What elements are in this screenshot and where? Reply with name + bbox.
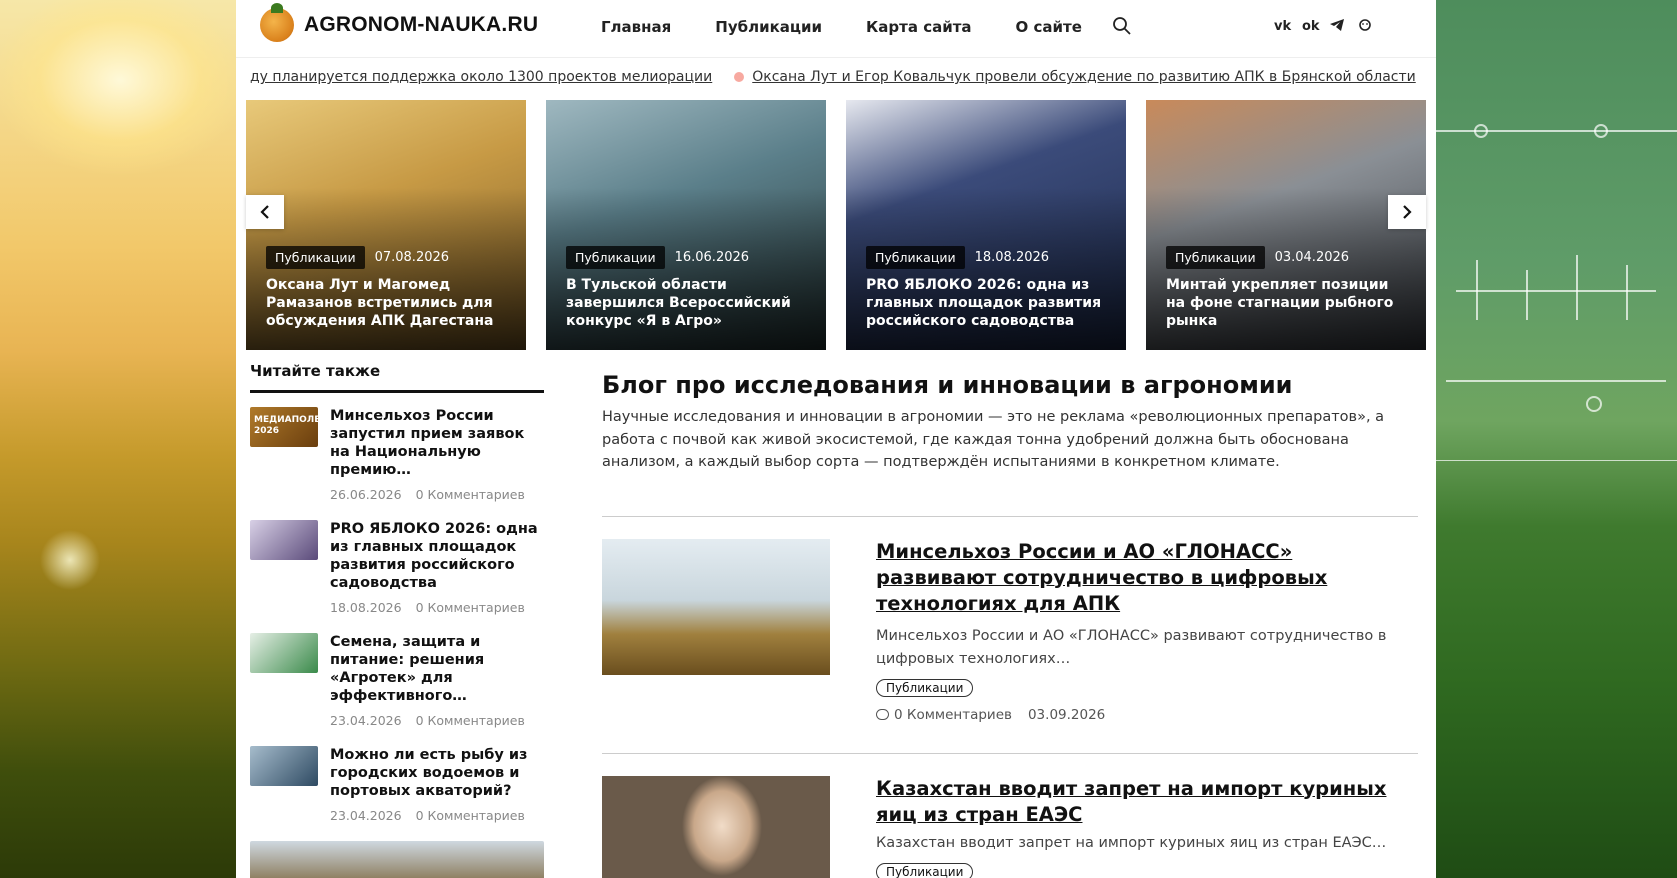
post-category[interactable]: Публикации	[876, 678, 974, 697]
search-icon[interactable]	[1112, 16, 1132, 36]
post-date: 03.09.2026	[1027, 706, 1106, 723]
slider-prev-button[interactable]	[246, 195, 284, 229]
page-title: Блог про исследования и инновации в агро…	[602, 371, 1293, 399]
chevron-right-icon	[1403, 205, 1412, 219]
site-header: AGRONOM-NAUKA.RU Главная Публикации Карт…	[236, 0, 1436, 58]
logo-text: AGRONOM-NAUKA.RU	[304, 13, 539, 36]
pumpkin-logo-icon	[260, 3, 294, 42]
divider	[602, 752, 1418, 754]
main-content: Блог про исследования и инновации в агро…	[602, 370, 1418, 878]
post-thumb[interactable]	[602, 538, 830, 675]
sidebar-item-comments[interactable]: 0 Комментариев	[416, 600, 525, 615]
slide-date: 18.08.2026	[974, 250, 1050, 265]
slide-title[interactable]: Оксана Лут и Магомед Рамазанов встретили…	[266, 276, 510, 330]
slide-card[interactable]: Публикации 07.08.2026 Оксана Лут и Магом…	[246, 100, 526, 350]
background-left-art	[0, 0, 236, 878]
slide-category[interactable]: Публикации	[1166, 246, 1265, 269]
sidebar-item-date: 23.04.2026	[330, 808, 402, 823]
slide-category[interactable]: Публикации	[266, 246, 365, 269]
social-links: vk ok	[1274, 19, 1372, 35]
sidebar-item-title[interactable]: Можно ли есть рыбу из городских водоемов…	[330, 746, 544, 800]
sidebar-item[interactable]: Можно ли есть рыбу из городских водоемов…	[250, 746, 544, 823]
slide-title[interactable]: В Тульской области завершился Всероссийс…	[566, 276, 810, 330]
sidebar-heading: Читайте также	[250, 362, 544, 393]
post-excerpt: Казахстан вводит запрет на импорт курины…	[876, 834, 1387, 851]
sidebar-item[interactable]: PRO ЯБЛОКО 2026: одна из главных площадо…	[250, 520, 544, 615]
site-logo[interactable]: AGRONOM-NAUKA.RU	[260, 3, 539, 42]
sidebar-item-comments[interactable]: 0 Комментариев	[416, 713, 525, 728]
post-category[interactable]: Публикации	[876, 862, 974, 878]
post-title[interactable]: Казахстан вводит запрет на импорт курины…	[876, 776, 1418, 828]
sidebar-thumb[interactable]	[250, 746, 318, 786]
sidebar-thumb[interactable]	[250, 633, 318, 673]
post-title[interactable]: Минсельхоз России и АО «ГЛОНАСС» развива…	[876, 539, 1418, 617]
sidebar-item-date: 23.04.2026	[330, 713, 402, 728]
sidebar-item-title[interactable]: Минсельхоз России запустил прием заявок …	[330, 407, 544, 479]
chevron-left-icon	[260, 205, 269, 219]
divider	[602, 515, 1418, 517]
page: AGRONOM-NAUKA.RU Главная Публикации Карт…	[236, 0, 1436, 878]
vk-icon[interactable]: vk	[1274, 19, 1291, 35]
news-ticker: ду планируется поддержка около 1300 прое…	[236, 58, 1436, 98]
ticker-dot-icon	[734, 72, 745, 82]
sidebar-thumb[interactable]: МЕДИАПОЛЕ 2026	[250, 407, 320, 447]
sidebar-item-comments[interactable]: 0 Комментариев	[416, 487, 525, 502]
featured-slider: Публикации 07.08.2026 Оксана Лут и Магом…	[246, 100, 1426, 350]
slide-date: 07.08.2026	[374, 250, 450, 265]
background-right-art	[1436, 0, 1677, 878]
comment-icon	[876, 708, 889, 720]
sidebar-item[interactable]: Семена, защита и питание: решения «Агрот…	[250, 633, 544, 728]
slide-card[interactable]: Публикации 03.04.2026 Минтай укрепляет п…	[1146, 100, 1426, 350]
nav-sitemap[interactable]: Карта сайта	[866, 18, 972, 36]
nav-home[interactable]: Главная	[601, 18, 671, 36]
ticker-item[interactable]: Оксана Лут и Егор Ковальчук провели обсу…	[752, 69, 1416, 85]
sidebar-item-date: 26.06.2026	[330, 487, 402, 502]
sidebar-item-date: 18.08.2026	[330, 600, 402, 615]
slide-title[interactable]: PRO ЯБЛОКО 2026: одна из главных площадо…	[866, 276, 1110, 330]
sidebar-item-title[interactable]: Семена, защита и питание: решения «Агрот…	[330, 633, 544, 705]
slide-date: 16.06.2026	[674, 250, 750, 265]
sidebar-item-title[interactable]: PRO ЯБЛОКО 2026: одна из главных площадо…	[330, 520, 544, 592]
ticker-item[interactable]: ду планируется поддержка около 1300 прое…	[250, 69, 712, 85]
blog-description: Научные исследования и инновации в агрон…	[602, 409, 1385, 470]
sidebar-read-also: Читайте также МЕДИАПОЛЕ 2026 Минсельхоз …	[250, 362, 544, 878]
nav-publications[interactable]: Публикации	[715, 18, 822, 36]
slide-date: 03.04.2026	[1274, 250, 1350, 265]
post-excerpt: Минсельхоз России и АО «ГЛОНАСС» развива…	[876, 627, 1387, 667]
nav-about[interactable]: О сайте	[1016, 18, 1082, 36]
slide-card[interactable]: Публикации 18.08.2026 PRO ЯБЛОКО 2026: о…	[846, 100, 1126, 350]
sidebar-thumb[interactable]	[250, 841, 544, 878]
slide-card[interactable]: Публикации 16.06.2026 В Тульской области…	[546, 100, 826, 350]
post-thumb[interactable]	[602, 775, 830, 878]
slide-category[interactable]: Публикации	[566, 246, 665, 269]
sidebar-thumb[interactable]	[250, 520, 318, 560]
post-comments[interactable]: 0 Комментариев	[876, 707, 1012, 723]
slide-category[interactable]: Публикации	[866, 246, 965, 269]
slide-title[interactable]: Минтай укрепляет позиции на фоне стагнац…	[1166, 276, 1410, 330]
slider-next-button[interactable]	[1388, 195, 1426, 229]
main-nav: Главная Публикации Карта сайта О сайте	[601, 18, 1126, 36]
telegram-icon[interactable]	[1330, 19, 1344, 35]
max-icon[interactable]	[1358, 19, 1372, 35]
post-card: Казахстан вводит запрет на импорт курины…	[602, 775, 1418, 878]
sidebar-item-comments[interactable]: 0 Комментариев	[416, 808, 525, 823]
sidebar-item[interactable]: МЕДИАПОЛЕ 2026 Минсельхоз России запусти…	[250, 407, 544, 502]
ok-icon[interactable]: ok	[1302, 19, 1320, 35]
post-card: Минсельхоз России и АО «ГЛОНАСС» развива…	[602, 538, 1418, 723]
